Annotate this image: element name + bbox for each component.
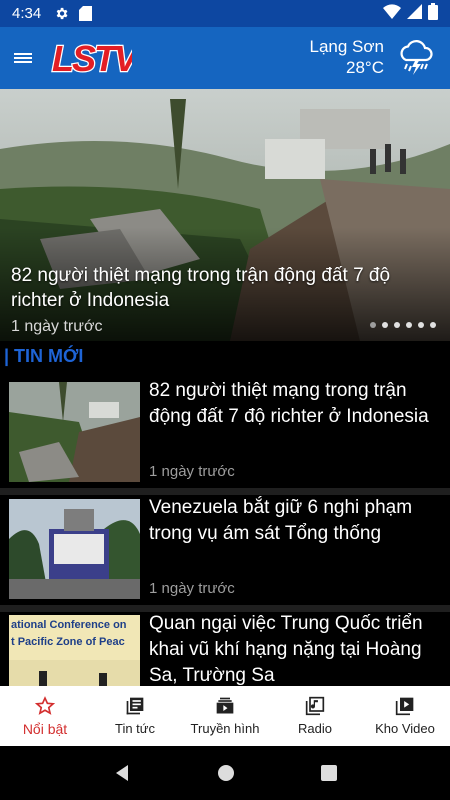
nav-featured[interactable]: Nổi bật bbox=[0, 686, 90, 746]
star-icon bbox=[35, 695, 55, 715]
nav-label: Nổi bật bbox=[22, 720, 68, 737]
svg-text:LSTV: LSTV bbox=[52, 38, 132, 78]
news-item[interactable]: 82 người thiệt mạng trong trận động đất … bbox=[0, 380, 450, 492]
hero-time: 1 ngày trước bbox=[11, 318, 103, 335]
nav-label: Tin tức bbox=[114, 721, 155, 736]
nav-label: Kho Video bbox=[375, 721, 435, 736]
weather-city: Lạng Sơn bbox=[309, 37, 384, 56]
news-title[interactable]: 82 người thiệt mạng trong trận động đất … bbox=[149, 378, 444, 430]
nav-label: Truyền hình bbox=[190, 721, 260, 736]
status-time: 4:34 bbox=[12, 5, 42, 22]
nav-news[interactable]: Tin tức bbox=[90, 686, 180, 746]
news-thumbnail bbox=[9, 382, 140, 482]
carousel-dot[interactable] bbox=[430, 322, 436, 328]
status-bar: 4:34 bbox=[0, 0, 450, 27]
divider bbox=[0, 488, 450, 495]
system-navigation-bar bbox=[0, 746, 450, 800]
section-header-latest: | TIN MỚI bbox=[4, 346, 84, 366]
home-icon[interactable] bbox=[217, 764, 235, 782]
carousel-dot[interactable] bbox=[418, 322, 424, 328]
nav-label: Radio bbox=[298, 721, 332, 736]
carousel-dot[interactable] bbox=[394, 322, 400, 328]
hero-carousel[interactable]: 82 người thiệt mạng trong trận động đất … bbox=[0, 89, 450, 341]
nav-radio[interactable]: Radio bbox=[270, 686, 360, 746]
menu-button[interactable] bbox=[0, 27, 46, 89]
news-time: 1 ngày trước bbox=[149, 463, 235, 480]
thunderstorm-icon bbox=[396, 38, 436, 78]
sd-card-icon bbox=[77, 6, 93, 22]
weather-temp: 28°C bbox=[346, 58, 384, 77]
newspaper-icon bbox=[126, 697, 144, 715]
news-thumbnail: ational Conference on t Pacific Zone of … bbox=[9, 615, 140, 686]
news-title[interactable]: Quan ngại việc Trung Quốc triển khai vũ … bbox=[149, 611, 444, 689]
recents-icon[interactable] bbox=[321, 765, 337, 781]
carousel-indicator bbox=[370, 322, 436, 328]
carousel-dot[interactable] bbox=[382, 322, 388, 328]
news-title[interactable]: Venezuela bắt giữ 6 nghi phạm trong vụ á… bbox=[149, 495, 444, 547]
hero-title[interactable]: 82 người thiệt mạng trong trận động đất … bbox=[11, 263, 426, 313]
news-time: 1 ngày trước bbox=[149, 580, 235, 597]
radio-icon bbox=[305, 696, 325, 716]
thumb-banner-text-1: ational Conference on bbox=[11, 619, 127, 631]
back-icon[interactable] bbox=[113, 764, 131, 782]
nav-tv[interactable]: Truyền hình bbox=[180, 686, 270, 746]
news-thumbnail bbox=[9, 499, 140, 599]
wifi-icon bbox=[383, 4, 401, 23]
video-library-icon bbox=[395, 697, 414, 716]
weather-widget[interactable]: Lạng Sơn 28°C bbox=[310, 37, 384, 79]
app-bar: LSTV Lạng Sơn 28°C bbox=[0, 27, 450, 89]
news-item[interactable]: Venezuela bắt giữ 6 nghi phạm trong vụ á… bbox=[0, 497, 450, 609]
hamburger-icon bbox=[14, 51, 32, 65]
tv-icon bbox=[216, 697, 234, 714]
battery-icon bbox=[428, 3, 438, 24]
carousel-dot[interactable] bbox=[370, 322, 376, 328]
bottom-navigation: Nổi bật Tin tức Truyền hình Radio Kho Vi… bbox=[0, 686, 450, 746]
app-logo[interactable]: LSTV bbox=[50, 38, 132, 78]
signal-icon bbox=[407, 4, 422, 23]
nav-video-library[interactable]: Kho Video bbox=[360, 686, 450, 746]
carousel-dot[interactable] bbox=[406, 322, 412, 328]
thumb-banner-text-2: t Pacific Zone of Peac bbox=[11, 636, 125, 648]
gear-icon bbox=[53, 6, 69, 22]
